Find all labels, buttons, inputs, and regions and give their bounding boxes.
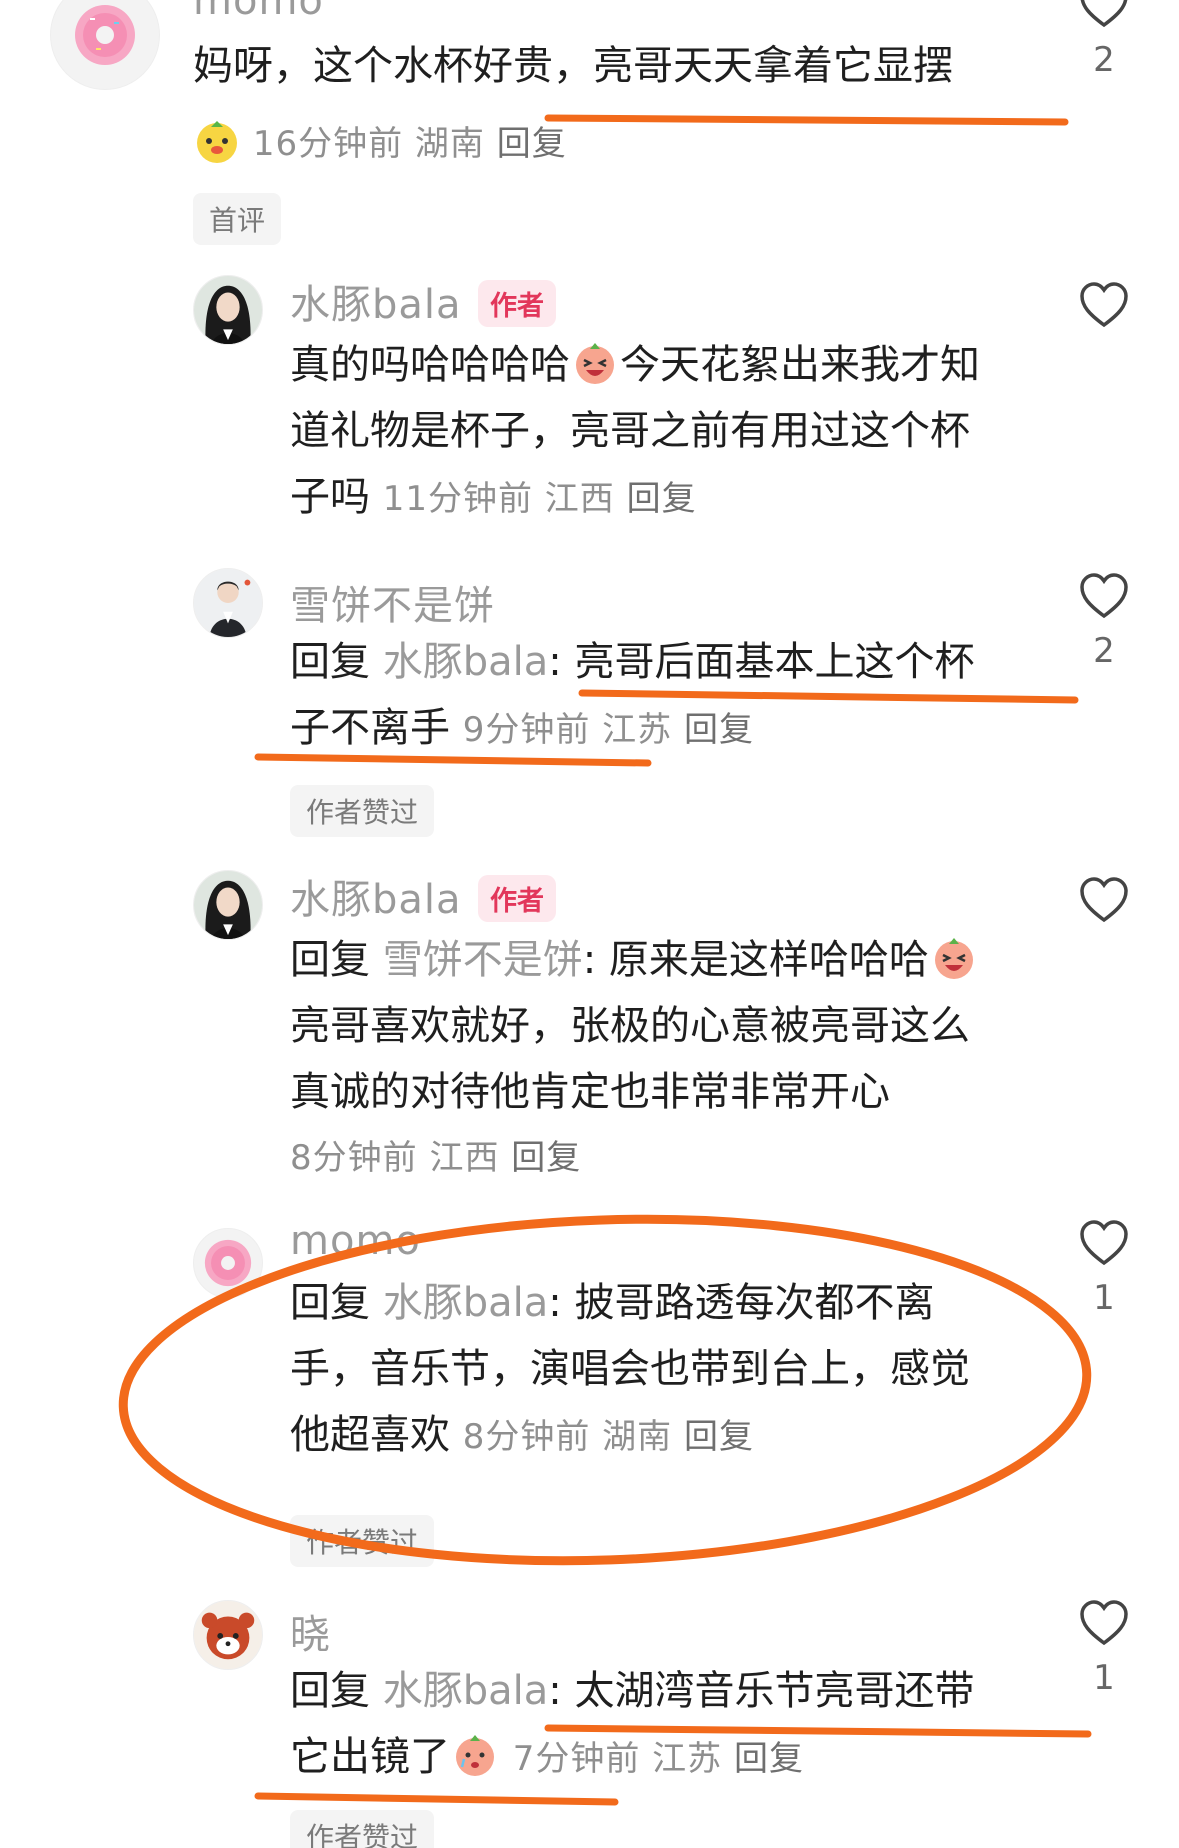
crying-emoji-icon [456,1735,494,1776]
donut-icon [75,5,135,65]
comment-time: 8分钟前 [290,1138,418,1178]
comment-body-line: 道礼物是杯子，亮哥之前有用过这个杯 [290,408,970,454]
comment-body-line: 子吗 11分钟前 江西 回复 [290,474,697,520]
comment-meta: 7分钟前 江苏 回复 [513,1739,804,1779]
reply-button[interactable]: 回复 [511,1138,581,1178]
woman-portrait-icon [194,276,262,344]
heart-icon [1080,573,1128,619]
mention-link[interactable]: 雪饼不是饼 [383,937,583,983]
heart-icon [1080,0,1128,28]
comment-body-line: 亮哥喜欢就好，张极的心意被亮哥这么 [290,1003,970,1049]
laughing-emoji-icon [934,938,973,979]
cartoon-avatar-icon [197,121,237,163]
comment-meta: 9分钟前 江苏 回复 [463,710,754,750]
comment-body-line: 回复 雪饼不是饼: 原来是这样哈哈哈 [290,927,979,993]
comment-text: 回复 雪饼不是饼: 原来是这样哈哈哈 亮哥喜欢就好，张极的心意被亮哥这么 真诚的… [290,927,979,1191]
comment-text: 妈呀，这个水杯好贵，亮哥天天拿着它显摆 [193,33,953,99]
comment-meta: 11分钟前 江西 回复 [383,479,697,519]
avatar[interactable] [193,870,263,940]
comment-body-line: 真的吗哈哈哈哈 今天花絮出来我才知 [290,342,980,388]
avatar[interactable] [193,1228,263,1298]
avatar[interactable] [193,275,263,345]
comment-username[interactable]: 晓 [290,1602,331,1660]
comment-username[interactable]: momo [193,0,324,24]
author-liked-chip: 作者赞过 [290,1515,435,1567]
comment-body-line: 手，音乐节，演唱会也带到台上，感觉 [290,1346,970,1392]
comment-thread: momo 妈呀，这个水杯好贵，亮哥天天拿着它显摆 16分钟前 湖南 回复 首评 … [0,0,1179,1848]
laughing-emoji-icon [576,343,614,384]
like-button[interactable]: 1 [1074,1220,1134,1318]
comment-time: 7分钟前 [512,1739,641,1779]
heart-icon [1080,1600,1128,1646]
comment-location: 江西 [429,1138,500,1178]
like-count: 2 [1093,40,1115,80]
reply-button[interactable]: 回复 [627,479,697,519]
author-liked-chip: 作者赞过 [290,1810,435,1848]
comment-text: 真的吗哈哈哈哈 今天花絮出来我才知 道礼物是杯子，亮哥之前有用过这个杯 子吗 11… [290,332,980,532]
comment-username[interactable]: momo [290,1218,421,1264]
avatar[interactable] [193,568,263,638]
reply-button[interactable]: 回复 [684,1417,754,1457]
like-button[interactable] [1074,877,1134,923]
comment-username[interactable]: 水豚bala [290,272,462,330]
comment-location: 湖南 [414,124,485,164]
comment-time: 11分钟前 [382,479,533,519]
comment-meta: 8分钟前 湖南 回复 [463,1417,754,1457]
like-button[interactable]: 2 [1074,573,1134,671]
comment-location: 江苏 [652,1739,723,1779]
heart-icon [1080,1220,1128,1266]
comment-body-line: 回复 水豚bala: 太湖湾音乐节亮哥还带 [290,1668,975,1714]
heart-icon [1080,877,1128,923]
reply-button[interactable]: 回复 [684,710,754,750]
comment-text: 回复 水豚bala: 披哥路透每次都不离 手，音乐节，演唱会也带到台上，感觉 他… [290,1270,970,1470]
like-count: 1 [1093,1658,1115,1698]
mention-link[interactable]: 水豚bala [383,1668,549,1714]
woman-portrait-icon [194,871,262,939]
comment-body-line: 他超喜欢 8分钟前 湖南 回复 [290,1412,754,1458]
mention-link[interactable]: 水豚bala [383,1280,549,1326]
avatar[interactable] [193,1600,263,1670]
avatar[interactable] [50,0,160,90]
like-button[interactable]: 2 [1074,0,1134,80]
author-badge: 作者 [478,280,556,327]
author-liked-chip: 作者赞过 [290,785,435,837]
red-panda-icon [194,1601,262,1669]
heart-icon [1080,282,1128,328]
like-button[interactable] [1074,282,1134,328]
comment-time: 16分钟前 [252,124,404,164]
girl-portrait-icon [194,569,262,637]
author-badge: 作者 [478,875,556,922]
comment-body-line: 子不离手 9分钟前 江苏 回复 [290,705,754,751]
comment-body-line: 它出镜了 7分钟前 江苏 回复 [290,1734,804,1780]
like-count: 2 [1093,631,1115,671]
first-comment-chip: 首评 [193,193,282,245]
donut-icon [204,1239,252,1287]
comment-location: 湖南 [602,1417,673,1457]
comment-username[interactable]: 雪饼不是饼 [290,573,495,631]
like-button[interactable]: 1 [1074,1600,1134,1698]
mention-link[interactable]: 水豚bala [383,639,549,685]
comment-location: 江苏 [602,710,673,750]
comment-time: 8分钟前 [462,1417,591,1457]
reply-button[interactable]: 回复 [497,124,567,164]
comment-body-line: 真诚的对待他肯定也非常非常开心 [290,1069,890,1115]
comment-text: 回复 水豚bala: 亮哥后面基本上这个杯 子不离手 9分钟前 江苏 回复 [290,629,974,763]
comment-body-line: 妈呀，这个水杯好贵，亮哥天天拿着它显摆 [193,43,953,89]
comment-meta: 16分钟前 湖南 回复 [193,116,567,165]
comment-location: 江西 [544,479,615,519]
comment-text: 回复 水豚bala: 太湖湾音乐节亮哥还带 它出镜了 7分钟前 江苏 回复 [290,1658,974,1792]
comment-time: 9分钟前 [462,710,591,750]
comment-meta: 8分钟前 江西 回复 [290,1125,979,1191]
comment-body-line: 回复 水豚bala: 亮哥后面基本上这个杯 [290,639,975,685]
like-count: 1 [1093,1278,1115,1318]
reply-button[interactable]: 回复 [734,1739,804,1779]
comment-body-line: 回复 水豚bala: 披哥路透每次都不离 [290,1280,935,1326]
comment-username[interactable]: 水豚bala [290,867,462,925]
